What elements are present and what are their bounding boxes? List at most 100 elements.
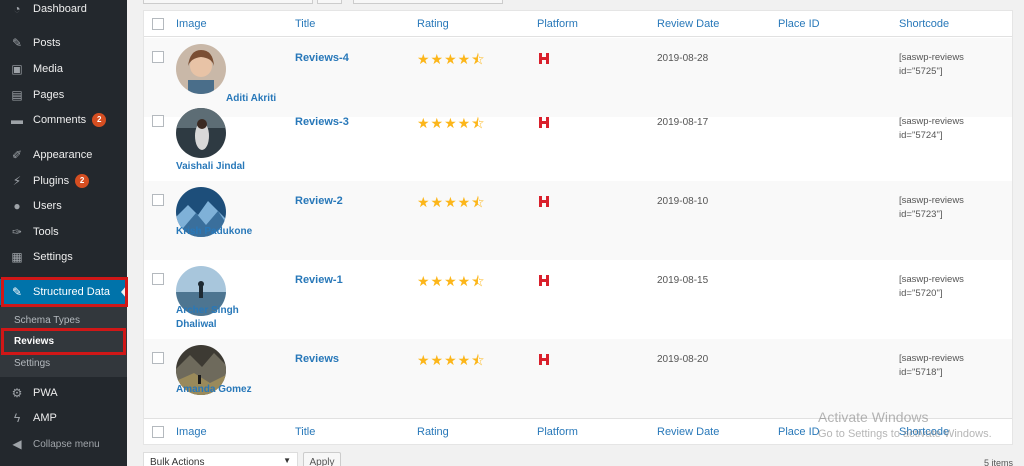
column-platform[interactable]: Platform (537, 426, 578, 438)
row-checkbox[interactable] (152, 194, 164, 206)
pages-icon: ▤ (11, 88, 23, 102)
platform-logo-icon (539, 53, 549, 64)
column-title[interactable]: Title (295, 18, 315, 30)
avatar (176, 108, 226, 158)
shortcode-line: [saswp-reviews (899, 274, 964, 285)
sidebar-item-label: Posts (33, 37, 61, 49)
column-place-id[interactable]: Place ID (778, 426, 820, 438)
comments-count-badge: 2 (92, 113, 107, 127)
media-icon: ▣ (11, 62, 23, 76)
top-filter-button-stub (317, 0, 342, 4)
star-rating: ★★★★⯪ (417, 115, 486, 131)
sidebar-item-label: Media (33, 63, 63, 75)
bulk-actions-select[interactable]: Bulk Actions ▼ (143, 452, 298, 466)
highlight-structured-data (1, 277, 128, 307)
star-rating: ★★★★⯪ (417, 273, 486, 289)
sidebar-item-pwa[interactable]: ⚙ PWA (0, 380, 127, 406)
sidebar-item-amp[interactable]: ϟ AMP (0, 405, 127, 431)
sidebar-item-plugins[interactable]: ⚡ Plugins 2 (0, 168, 127, 194)
bulk-actions-label: Bulk Actions (150, 457, 205, 466)
user-icon: ● (13, 199, 21, 213)
submenu-item-schema-types[interactable]: Schema Types (14, 315, 80, 326)
column-rating[interactable]: Rating (417, 18, 449, 30)
sidebar-item-label: AMP (33, 412, 57, 424)
sidebar-item-users[interactable]: ● Users (0, 193, 127, 219)
column-review-date[interactable]: Review Date (657, 18, 719, 30)
amp-icon: ϟ (13, 411, 21, 425)
dashboard-icon: ◔ (13, 2, 21, 16)
select-all-checkbox[interactable] (152, 18, 164, 30)
sidebar-item-label: Appearance (33, 149, 93, 161)
row-checkbox[interactable] (152, 273, 164, 285)
shortcode: [saswp-reviews id="5718"] (899, 352, 1004, 380)
avatar (176, 44, 226, 94)
table-row: Amanda Gomez Reviews ★★★★⯪ 2019-08-20 [s… (144, 339, 1012, 418)
column-review-date[interactable]: Review Date (657, 426, 719, 438)
collapse-icon: ◀ (12, 437, 22, 451)
sidebar-item-comments[interactable]: ▬ Comments 2 (0, 107, 127, 133)
review-title[interactable]: Reviews-4 (295, 52, 349, 64)
column-platform[interactable]: Platform (537, 18, 578, 30)
sidebar-item-label: Collapse menu (33, 438, 100, 450)
top-filter-stub (143, 0, 313, 4)
shortcode-line: id="5718"] (899, 367, 943, 378)
sidebar-item-label: Users (33, 200, 62, 212)
review-author[interactable]: Vaishali Jindal (176, 160, 281, 174)
pin-icon: ✎ (11, 36, 23, 50)
platform-logo-icon (539, 117, 549, 128)
shortcode: [saswp-reviews id="5723"] (899, 194, 1004, 222)
comment-icon: ▬ (11, 113, 23, 127)
gear-icon: ⚙ (11, 386, 23, 400)
review-date: 2019-08-20 (657, 354, 709, 365)
table-row: Archer Singh Dhaliwal Review-1 ★★★★⯪ 201… (144, 260, 1012, 339)
row-checkbox[interactable] (152, 352, 164, 364)
sidebar-item-label: Pages (33, 89, 65, 101)
apply-button[interactable]: Apply (303, 452, 341, 466)
shortcode: [saswp-reviews id="5724"] (899, 115, 1004, 143)
sidebar-item-label: Tools (33, 226, 59, 238)
sidebar-item-label: Plugins (33, 175, 70, 187)
review-title[interactable]: Review-1 (295, 274, 343, 286)
review-author[interactable]: Amanda Gomez (176, 383, 281, 397)
review-author[interactable]: Krish Padukone (176, 225, 281, 239)
submenu-item-settings[interactable]: Settings (14, 358, 50, 369)
top-search-stub (353, 0, 503, 4)
sidebar-item-posts[interactable]: ✎ Posts (0, 30, 127, 56)
column-place-id[interactable]: Place ID (778, 18, 820, 30)
plug-icon: ⚡ (12, 174, 22, 188)
sidebar-item-media[interactable]: ▣ Media (0, 56, 127, 82)
row-checkbox[interactable] (152, 51, 164, 63)
settings-icon: ▦ (11, 250, 23, 264)
sidebar-item-settings[interactable]: ▦ Settings (0, 244, 127, 270)
sidebar-item-tools[interactable]: ✑ Tools (0, 219, 127, 245)
platform-logo-icon (539, 275, 549, 286)
admin-sidebar: ◔ Dashboard ✎ Posts ▣ Media ▤ Pages ▬ Co… (0, 0, 127, 466)
star-rating: ★★★★⯪ (417, 51, 486, 67)
column-rating[interactable]: Rating (417, 426, 449, 438)
column-title[interactable]: Title (295, 426, 315, 438)
sidebar-item-pages[interactable]: ▤ Pages (0, 82, 127, 108)
shortcode-line: id="5724"] (899, 130, 943, 141)
select-all-checkbox-bottom[interactable] (152, 426, 164, 438)
row-checkbox[interactable] (152, 115, 164, 127)
items-count: 5 items (983, 458, 1013, 466)
activate-windows-subtext: Go to Settings to activate Windows. (818, 428, 992, 440)
shortcode-line: [saswp-reviews (899, 353, 964, 364)
review-title[interactable]: Reviews-3 (295, 116, 349, 128)
review-title[interactable]: Review-2 (295, 195, 343, 207)
sidebar-item-dashboard[interactable]: ◔ Dashboard (0, 0, 127, 22)
sidebar-collapse-menu[interactable]: ◀ Collapse menu (0, 431, 127, 457)
shortcode: [saswp-reviews id="5720"] (899, 273, 1004, 301)
column-image[interactable]: Image (176, 18, 207, 30)
review-title[interactable]: Reviews (295, 353, 339, 365)
sidebar-item-label: PWA (33, 387, 58, 399)
shortcode-line: [saswp-reviews (899, 116, 964, 127)
shortcode-line: id="5723"] (899, 209, 943, 220)
shortcode-line: [saswp-reviews (899, 195, 964, 206)
column-shortcode[interactable]: Shortcode (899, 18, 949, 30)
review-author[interactable]: Archer Singh Dhaliwal (176, 304, 281, 332)
table-row: Krish Padukone Review-2 ★★★★⯪ 2019-08-10… (144, 181, 1012, 260)
column-image[interactable]: Image (176, 426, 207, 438)
sidebar-item-appearance[interactable]: ✐ Appearance (0, 142, 127, 168)
platform-logo-icon (539, 196, 549, 207)
